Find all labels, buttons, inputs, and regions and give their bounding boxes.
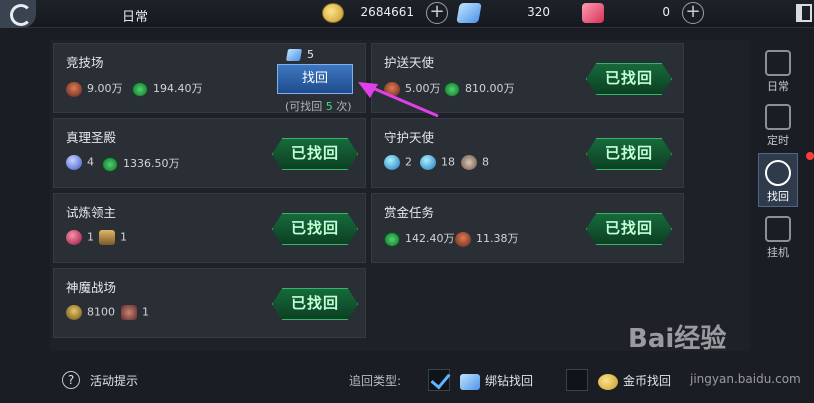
watermark-url: jingyan.baidu.com (690, 372, 801, 386)
watermark-logo: Bai经验 (628, 324, 727, 354)
arrow-shaft (367, 84, 439, 118)
